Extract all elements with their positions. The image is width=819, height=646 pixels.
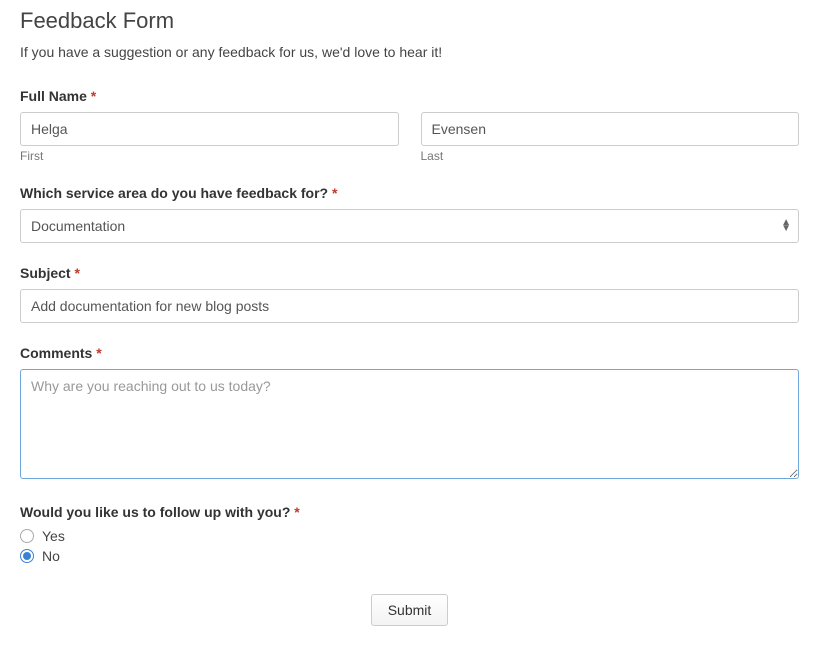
required-asterisk: *: [294, 504, 299, 520]
subject-label-text: Subject: [20, 265, 71, 281]
followup-no-label: No: [42, 548, 60, 564]
followup-label: Would you like us to follow up with you?…: [20, 504, 799, 520]
last-name-input[interactable]: [421, 112, 800, 146]
required-asterisk: *: [96, 345, 101, 361]
followup-radio-no[interactable]: [20, 549, 34, 563]
service-area-label-text: Which service area do you have feedback …: [20, 185, 328, 201]
full-name-label: Full Name *: [20, 88, 799, 104]
service-area-select[interactable]: Documentation: [20, 209, 799, 243]
required-asterisk: *: [332, 185, 337, 201]
field-subject: Subject *: [20, 265, 799, 323]
comments-label-text: Comments: [20, 345, 92, 361]
first-name-sublabel: First: [20, 149, 399, 163]
field-service-area: Which service area do you have feedback …: [20, 185, 799, 243]
followup-label-text: Would you like us to follow up with you?: [20, 504, 290, 520]
field-full-name: Full Name * First Last: [20, 88, 799, 163]
comments-textarea[interactable]: [20, 369, 799, 479]
last-name-sublabel: Last: [421, 149, 800, 163]
field-followup: Would you like us to follow up with you?…: [20, 504, 799, 564]
subject-label: Subject *: [20, 265, 799, 281]
field-comments: Comments *: [20, 345, 799, 482]
followup-radio-yes[interactable]: [20, 529, 34, 543]
page-description: If you have a suggestion or any feedback…: [20, 44, 799, 60]
full-name-label-text: Full Name: [20, 88, 87, 104]
subject-input[interactable]: [20, 289, 799, 323]
required-asterisk: *: [91, 88, 96, 104]
submit-button[interactable]: Submit: [371, 594, 449, 626]
required-asterisk: *: [74, 265, 79, 281]
service-area-label: Which service area do you have feedback …: [20, 185, 799, 201]
page-title: Feedback Form: [20, 8, 799, 34]
comments-label: Comments *: [20, 345, 799, 361]
followup-yes-label: Yes: [42, 528, 65, 544]
first-name-input[interactable]: [20, 112, 399, 146]
